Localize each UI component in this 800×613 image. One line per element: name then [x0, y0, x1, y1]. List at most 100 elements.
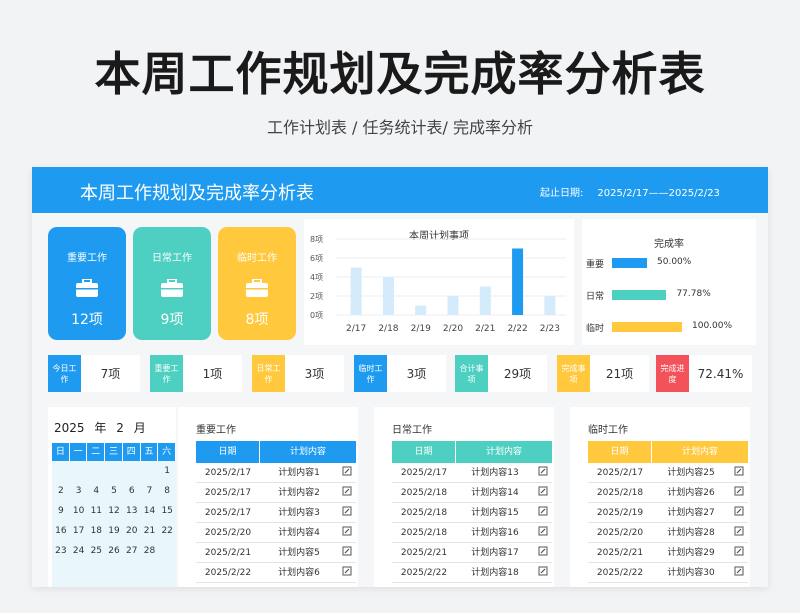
- edit-icon[interactable]: [538, 566, 548, 576]
- edit-cell[interactable]: [730, 463, 748, 482]
- rate-bar: [612, 290, 667, 300]
- card-important-work[interactable]: 重要工作 12项: [48, 227, 126, 340]
- calendar-day[interactable]: 21: [141, 521, 159, 541]
- edit-icon[interactable]: [342, 486, 352, 496]
- calendar-day[interactable]: 13: [123, 501, 141, 521]
- calendar-day[interactable]: 6: [123, 481, 141, 501]
- stat-value: 72.41%: [697, 366, 744, 381]
- edit-cell[interactable]: [338, 503, 356, 522]
- calendar-day[interactable]: 19: [105, 521, 123, 541]
- calendar-day[interactable]: 12: [105, 501, 123, 521]
- edit-cell[interactable]: [338, 523, 356, 542]
- edit-icon[interactable]: [342, 526, 352, 536]
- edit-cell[interactable]: [338, 543, 356, 562]
- date-value: 2025/2/17——2025/2/23: [597, 188, 720, 199]
- edit-cell[interactable]: [338, 463, 356, 482]
- card-temporary-work[interactable]: 临时工作 8项: [218, 227, 296, 340]
- calendar-day[interactable]: 8: [158, 481, 176, 501]
- edit-icon[interactable]: [538, 506, 548, 516]
- calendar-day[interactable]: 24: [70, 541, 88, 561]
- stat-label: 合计事项: [455, 355, 488, 392]
- edit-cell[interactable]: [534, 543, 552, 562]
- calendar-day[interactable]: 23: [52, 541, 70, 561]
- calendar-day[interactable]: 16: [52, 521, 70, 541]
- calendar-day[interactable]: 22: [158, 521, 176, 541]
- calendar-day[interactable]: 18: [87, 521, 105, 541]
- calendar-day[interactable]: 11: [87, 501, 105, 521]
- calendar-day[interactable]: 17: [70, 521, 88, 541]
- calendar-week: 9 10 11 12 13 14 15: [52, 501, 176, 521]
- stat-label: 临时工作: [354, 355, 387, 392]
- table-row[interactable]: 2025/2/21 计划内容5: [196, 543, 356, 563]
- table-row[interactable]: 2025/2/17 计划内容25: [588, 463, 748, 483]
- edit-icon[interactable]: [734, 506, 744, 516]
- calendar-day[interactable]: 1: [158, 461, 176, 481]
- table-row[interactable]: 2025/2/22 计划内容6: [196, 563, 356, 583]
- edit-icon[interactable]: [538, 546, 548, 556]
- edit-cell[interactable]: [338, 563, 356, 582]
- edit-cell[interactable]: [338, 483, 356, 502]
- y-tick-label: 6项: [310, 254, 323, 263]
- edit-icon[interactable]: [734, 466, 744, 476]
- page-subtitle: 工作计划表 / 任务统计表/ 完成率分析: [266, 118, 534, 137]
- edit-cell[interactable]: [534, 503, 552, 522]
- calendar-day[interactable]: 9: [52, 501, 70, 521]
- edit-icon[interactable]: [734, 486, 744, 496]
- calendar-day[interactable]: 20: [123, 521, 141, 541]
- calendar-day[interactable]: 7: [141, 481, 159, 501]
- card-daily-work[interactable]: 日常工作 9项: [133, 227, 211, 340]
- edit-cell[interactable]: [534, 463, 552, 482]
- calendar-month-unit: 月: [133, 421, 146, 435]
- edit-icon[interactable]: [538, 466, 548, 476]
- edit-icon[interactable]: [342, 546, 352, 556]
- edit-cell[interactable]: [534, 563, 552, 582]
- calendar-day[interactable]: 27: [123, 541, 141, 561]
- edit-cell[interactable]: [730, 543, 748, 562]
- table-row[interactable]: 2025/2/19 计划内容27: [588, 503, 748, 523]
- table-row[interactable]: 2025/2/17 计划内容1: [196, 463, 356, 483]
- table-row[interactable]: 2025/2/20 计划内容4: [196, 523, 356, 543]
- calendar-day[interactable]: 14: [141, 501, 159, 521]
- table-row[interactable]: 2025/2/18 计划内容14: [392, 483, 552, 503]
- calendar-day[interactable]: 5: [105, 481, 123, 501]
- stat-label: 完成进度: [656, 355, 689, 392]
- calendar-day[interactable]: 2: [52, 481, 70, 501]
- table-row[interactable]: 2025/2/21 计划内容17: [392, 543, 552, 563]
- edit-cell[interactable]: [534, 523, 552, 542]
- table-row[interactable]: 2025/2/22 计划内容18: [392, 563, 552, 583]
- weekday-label: 六: [158, 443, 177, 461]
- table-row[interactable]: 2025/2/18 计划内容26: [588, 483, 748, 503]
- calendar-day[interactable]: 25: [87, 541, 105, 561]
- calendar-day[interactable]: 15: [158, 501, 176, 521]
- table-row[interactable]: 2025/2/17 计划内容3: [196, 503, 356, 523]
- table-row[interactable]: 2025/2/21 计划内容29: [588, 543, 748, 563]
- edit-icon[interactable]: [538, 526, 548, 536]
- table-row[interactable]: 2025/2/17 计划内容2: [196, 483, 356, 503]
- edit-icon[interactable]: [538, 486, 548, 496]
- edit-cell[interactable]: [534, 483, 552, 502]
- calendar-day[interactable]: 3: [70, 481, 88, 501]
- edit-icon[interactable]: [342, 466, 352, 476]
- calendar-day[interactable]: 4: [87, 481, 105, 501]
- sheet-title: 本周工作规划及完成率分析表: [80, 183, 314, 204]
- calendar-day[interactable]: 10: [70, 501, 88, 521]
- edit-cell[interactable]: [730, 563, 748, 582]
- header: 本周工作规划及完成率分析表 工作计划表 / 任务统计表/ 完成率分析: [0, 0, 800, 160]
- edit-icon[interactable]: [734, 566, 744, 576]
- edit-icon[interactable]: [734, 526, 744, 536]
- edit-icon[interactable]: [734, 546, 744, 556]
- calendar-day[interactable]: 28: [141, 541, 159, 561]
- edit-cell[interactable]: [730, 483, 748, 502]
- table-row[interactable]: 2025/2/20 计划内容28: [588, 523, 748, 543]
- edit-cell[interactable]: [730, 503, 748, 522]
- row-date: 2025/2/17: [400, 468, 448, 478]
- table-row[interactable]: 2025/2/22 计划内容30: [588, 563, 748, 583]
- table-row[interactable]: 2025/2/17 计划内容13: [392, 463, 552, 483]
- edit-cell[interactable]: [730, 523, 748, 542]
- calendar-day[interactable]: 26: [105, 541, 123, 561]
- edit-icon[interactable]: [342, 506, 352, 516]
- table-row[interactable]: 2025/2/18 计划内容15: [392, 503, 552, 523]
- edit-icon[interactable]: [342, 566, 352, 576]
- table-row[interactable]: 2025/2/18 计划内容16: [392, 523, 552, 543]
- stat-value: 1项: [202, 367, 223, 381]
